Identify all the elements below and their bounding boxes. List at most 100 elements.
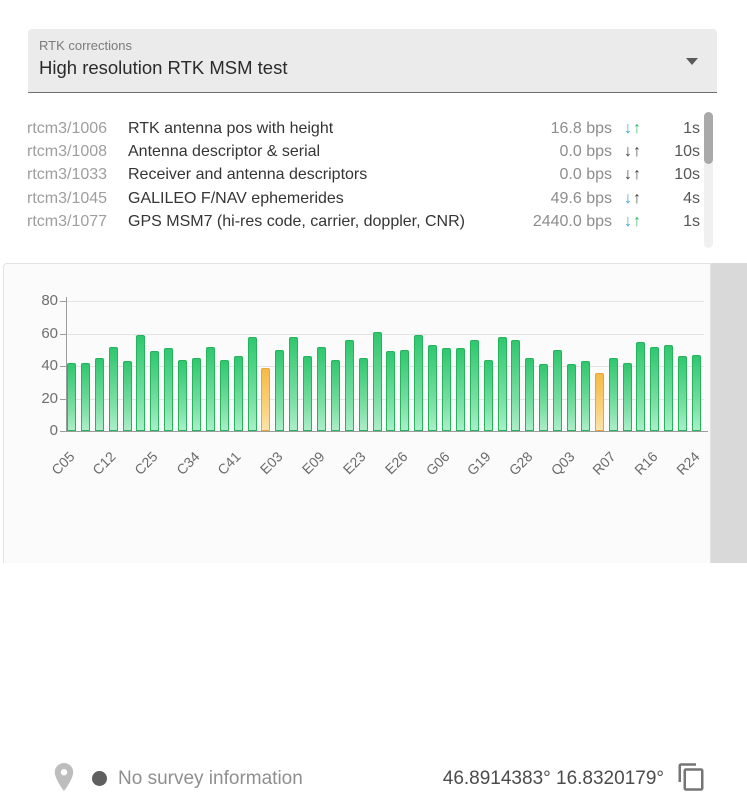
snr-bar	[205, 346, 215, 431]
message-id: rtcm3/1008	[27, 142, 108, 160]
message-row: rtcm3/1033 Receiver and antenna descripto…	[27, 164, 700, 187]
snr-bar	[414, 335, 424, 431]
copy-coordinates-button[interactable]	[676, 762, 706, 792]
snr-bar	[608, 357, 618, 431]
message-interval: 1s	[683, 212, 700, 230]
message-interval: 4s	[683, 189, 700, 207]
x-tick-label: E26	[381, 448, 411, 478]
snr-bar	[192, 357, 201, 431]
coordinates-value: 46.8914383° 16.8320179°	[442, 768, 664, 789]
x-tick-label: E03	[256, 448, 286, 478]
rtk-corrections-select[interactable]: RTK corrections High resolution RTK MSM …	[28, 29, 717, 93]
x-tick-label: E23	[339, 448, 369, 478]
snr-bar	[136, 335, 146, 431]
scrollbar-thumb[interactable]	[704, 112, 713, 164]
arrow-down-icon: ↓	[624, 142, 633, 160]
message-rate: 0.0 bps	[559, 142, 612, 160]
arrow-down-icon: ↓	[624, 119, 633, 137]
traffic-arrows: ↓↑	[612, 120, 654, 138]
y-tick-label: 80	[41, 292, 58, 309]
y-axis-line	[66, 297, 67, 431]
snr-bar	[178, 359, 188, 431]
arrow-up-icon: ↑	[633, 166, 642, 184]
snr-bar	[567, 364, 577, 431]
x-tick-label: E09	[298, 448, 328, 478]
traffic-arrows: ↓↑	[612, 213, 654, 231]
snr-bar	[483, 359, 493, 431]
snr-bar	[303, 356, 313, 431]
traffic-arrows: ↓↑	[612, 166, 654, 184]
select-label: RTK corrections	[39, 38, 132, 53]
snr-bar	[692, 354, 702, 431]
snr-bar-highlighted	[261, 367, 271, 431]
gridline	[67, 333, 704, 335]
gridline	[67, 301, 704, 302]
x-tick-label: Q03	[547, 448, 578, 479]
message-name: GPS MSM7 (hi-res code, carrier, doppler,…	[128, 212, 465, 230]
message-interval: 1s	[683, 119, 700, 137]
snr-bar	[233, 356, 243, 431]
message-row: rtcm3/1008 Antenna descriptor & serial 0.0…	[27, 140, 700, 163]
arrow-up-icon: ↑	[633, 189, 642, 207]
message-rate: 2440.0 bps	[532, 212, 612, 230]
snr-bar-chart: 0 20 40 60 80 C05 C12 C25 C34 C41 E03 E09 E23 E26 G06 G…	[4, 264, 711, 563]
snr-bar	[94, 357, 104, 431]
snr-bar	[386, 351, 396, 431]
snr-bar	[664, 344, 674, 431]
arrow-down-icon: ↓	[624, 189, 633, 207]
snr-bar	[428, 344, 438, 431]
snr-bar	[150, 351, 160, 431]
status-card: 0 20 40 60 80 C05 C12 C25 C34 C41 E03 E09 E23 E26 G06 G…	[3, 263, 711, 791]
x-tick-label: G19	[463, 448, 494, 479]
x-axis-line	[66, 431, 708, 432]
rtcm-message-list: rtcm3/1006 RTK antenna pos with height 16.…	[27, 117, 700, 233]
message-id: rtcm3/1045	[27, 189, 108, 207]
message-list-scrollbar[interactable]	[704, 112, 713, 248]
message-row: rtcm3/1077 GPS MSM7 (hi-res code, carrier…	[27, 210, 700, 233]
snr-bar	[678, 356, 688, 431]
message-name: GALILEO F/NAV ephemerides	[128, 189, 344, 207]
message-id: rtcm3/1033	[27, 166, 108, 184]
snr-bar	[455, 348, 465, 431]
message-name: RTK antenna pos with height	[128, 119, 334, 137]
snr-bar	[219, 359, 229, 431]
x-tick-label: C41	[214, 448, 244, 478]
message-name: Receiver and antenna descriptors	[128, 166, 368, 184]
arrow-down-icon: ↓	[624, 212, 633, 230]
x-tick-label: C34	[172, 448, 203, 478]
snr-bar	[622, 362, 632, 431]
snr-bar	[317, 346, 327, 431]
snr-bar	[511, 340, 521, 431]
copy-icon	[678, 763, 704, 791]
snr-bar	[636, 341, 646, 431]
snr-bar	[164, 348, 174, 431]
x-tick-label: R24	[672, 448, 703, 478]
traffic-arrows: ↓↑	[612, 143, 654, 161]
arrow-up-icon: ↑	[633, 142, 642, 160]
snr-bar	[275, 349, 285, 431]
y-tick-label: 0	[49, 422, 58, 439]
snr-bar	[497, 336, 507, 431]
message-rate: 0.0 bps	[559, 166, 612, 184]
snr-bar	[400, 349, 410, 431]
snr-bar	[67, 362, 76, 431]
snr-bar	[80, 362, 90, 431]
right-gutter	[711, 263, 747, 563]
arrow-up-icon: ↑	[633, 119, 642, 137]
message-rate: 49.6 bps	[550, 189, 612, 207]
message-id: rtcm3/1006	[27, 119, 108, 137]
message-name: Antenna descriptor & serial	[128, 142, 321, 160]
x-tick-label: C12	[89, 448, 119, 478]
snr-bar	[580, 361, 590, 431]
x-tick-label: R07	[589, 448, 619, 478]
snr-bar	[330, 359, 340, 431]
snr-bar	[539, 364, 549, 431]
arrow-up-icon: ↑	[633, 212, 642, 230]
x-tick-label: G28	[505, 448, 536, 479]
location-pin-icon	[54, 763, 74, 791]
message-row: rtcm3/1045 GALILEO F/NAV ephemerides 49.6 …	[27, 187, 700, 210]
message-row: rtcm3/1006 RTK antenna pos with height 16.…	[27, 117, 700, 140]
snr-bar-highlighted	[594, 372, 604, 431]
survey-status-dot	[92, 771, 107, 786]
message-interval: 10s	[674, 166, 700, 184]
